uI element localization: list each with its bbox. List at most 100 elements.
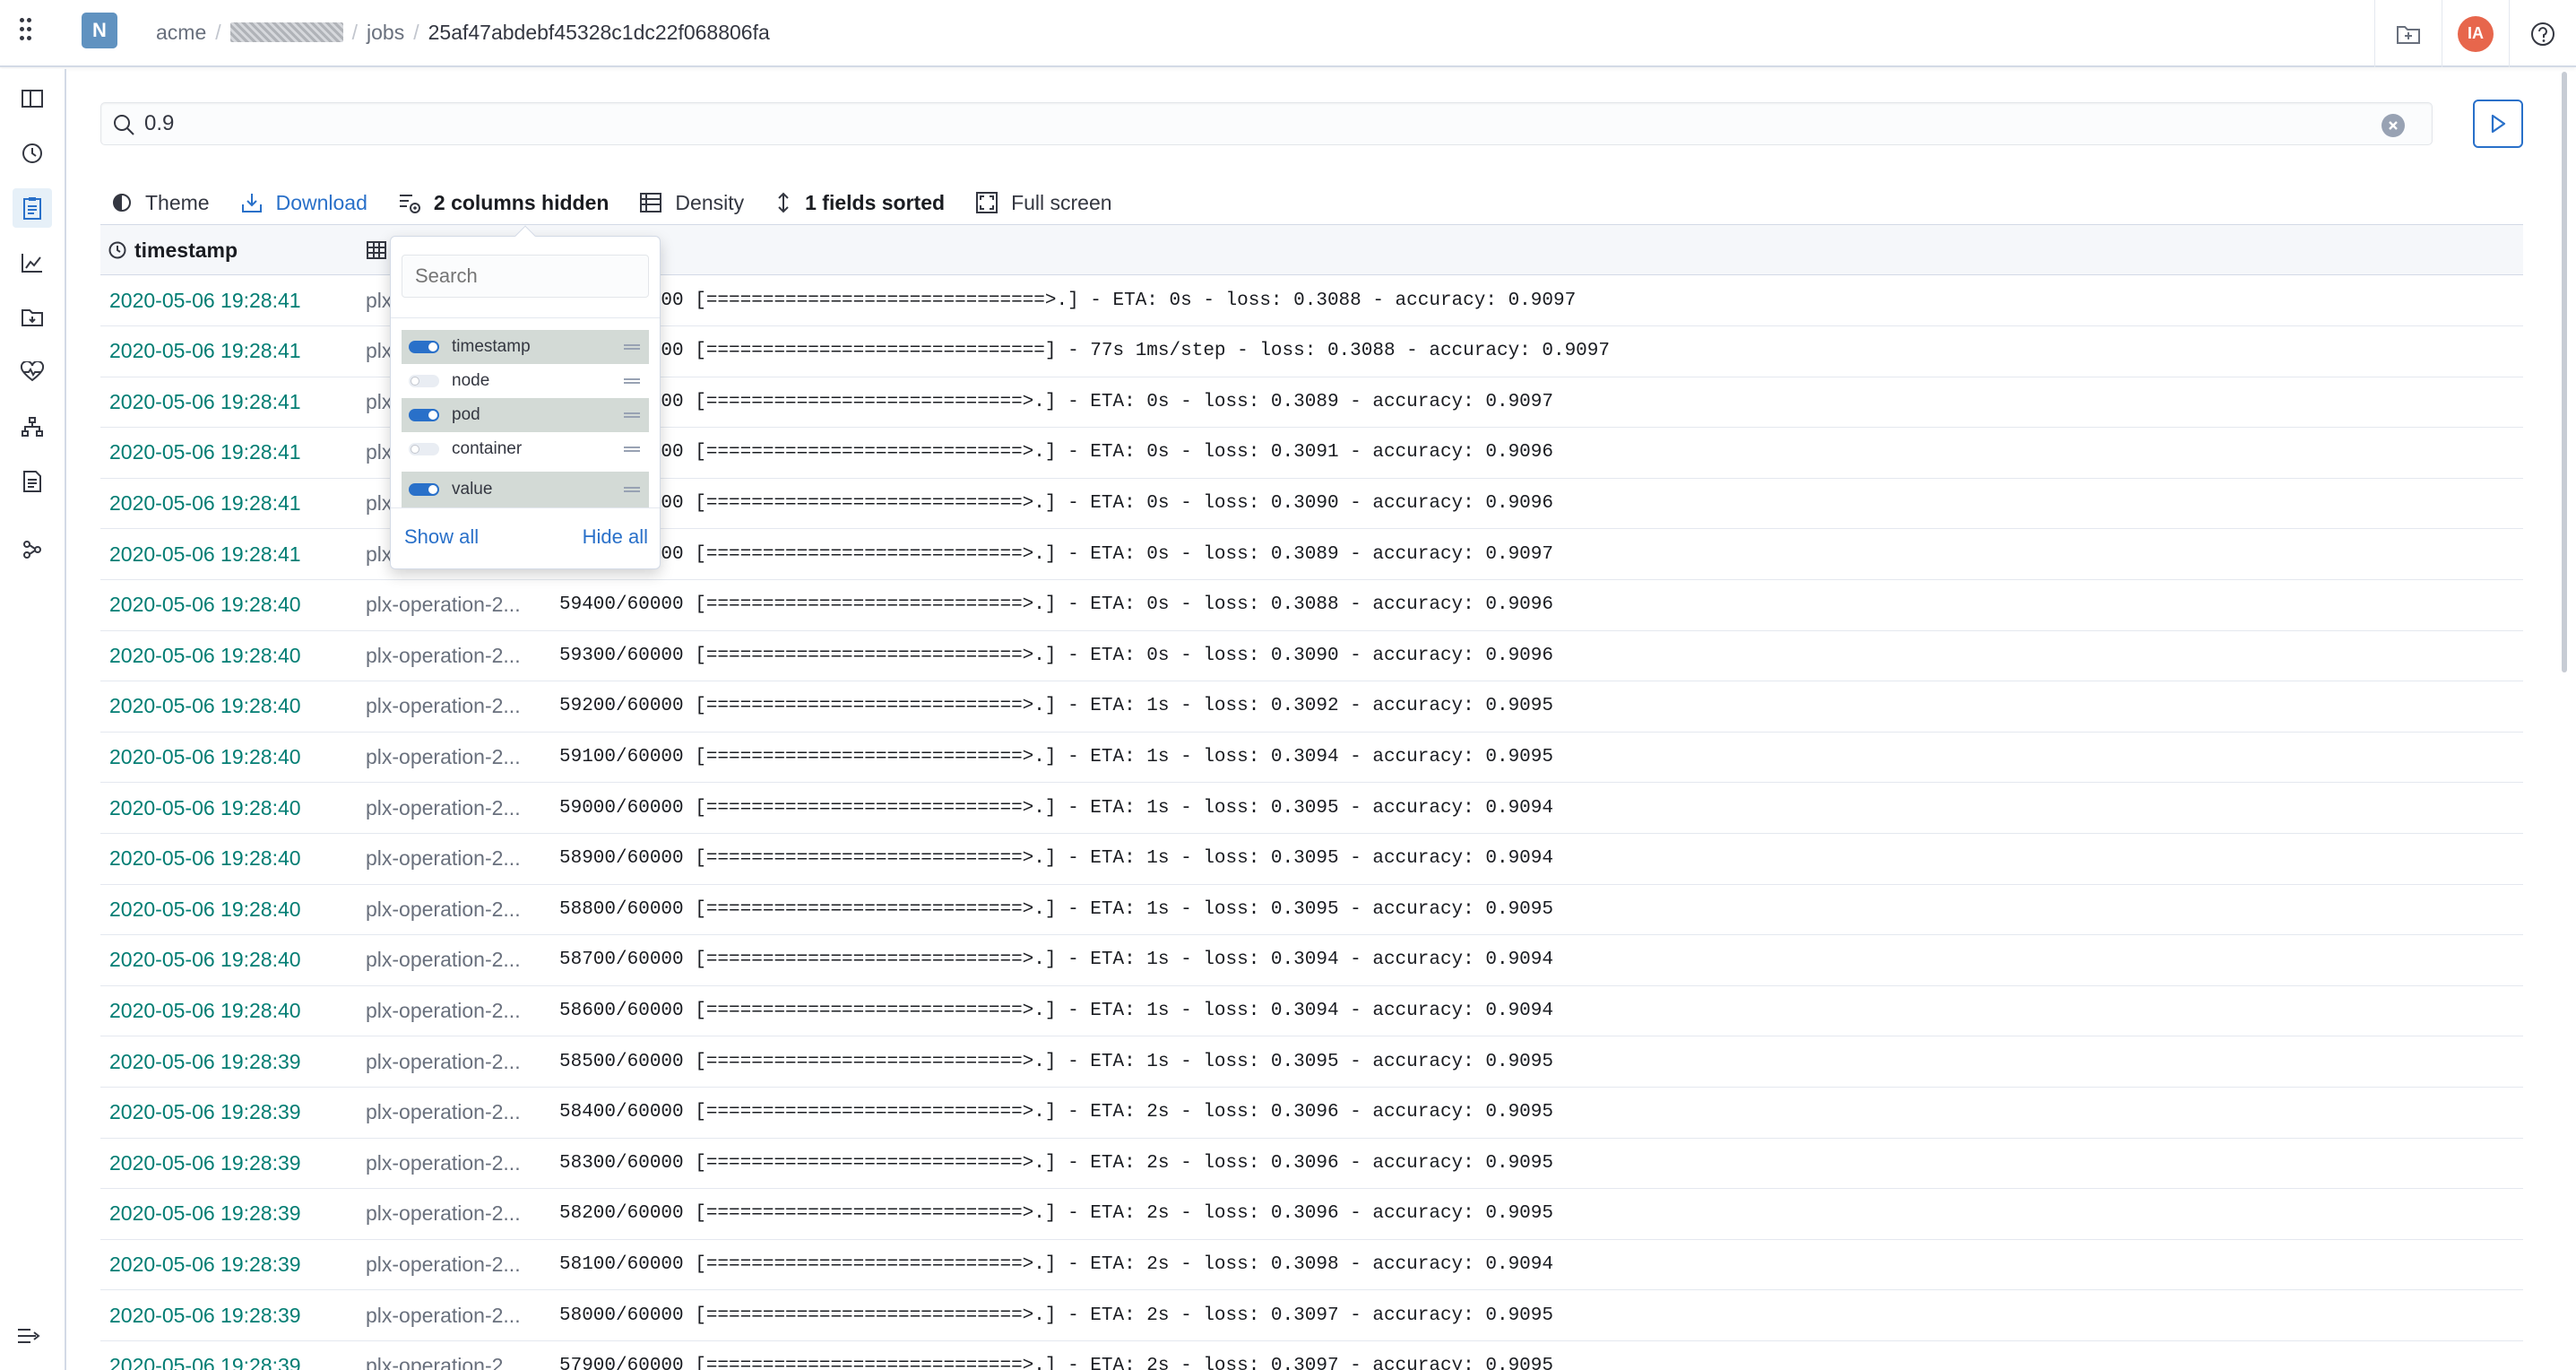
cell-timestamp[interactable]: 2020-05-06 19:28:39 xyxy=(109,1138,360,1188)
cell-value[interactable]: 59100/60000 [===========================… xyxy=(559,732,2513,782)
table-row[interactable]: 2020-05-06 19:28:40 plx-operation-2... 587… xyxy=(100,935,2523,986)
column-visibility-toggle[interactable] xyxy=(409,375,439,387)
density-button[interactable]: Density xyxy=(639,191,744,215)
cell-timestamp[interactable]: 2020-05-06 19:28:41 xyxy=(109,478,360,528)
table-row[interactable]: 2020-05-06 19:28:40 plx-operation-2... 589… xyxy=(100,834,2523,885)
cell-value[interactable]: 58300/60000 [===========================… xyxy=(559,1138,2513,1188)
cell-pod[interactable]: plx-operation-2... xyxy=(366,935,556,985)
cell-timestamp[interactable]: 2020-05-06 19:28:41 xyxy=(109,529,360,579)
cell-timestamp[interactable]: 2020-05-06 19:28:39 xyxy=(109,1189,360,1239)
cell-pod[interactable]: plx-operation-2... xyxy=(366,1341,556,1370)
user-menu-button[interactable]: IA xyxy=(2442,0,2509,67)
cell-value[interactable]: 58900/60000 [===========================… xyxy=(559,834,2513,884)
cell-timestamp[interactable]: 2020-05-06 19:28:40 xyxy=(109,783,360,833)
drag-handle-icon[interactable] xyxy=(624,447,640,452)
table-row[interactable]: 2020-05-06 19:28:39 plx-operation-2... 579… xyxy=(100,1341,2523,1370)
search-input[interactable] xyxy=(144,108,2367,139)
cell-timestamp[interactable]: 2020-05-06 19:28:40 xyxy=(109,681,360,732)
apps-menu-icon[interactable] xyxy=(16,16,43,43)
cell-value[interactable]: 58200/60000 [===========================… xyxy=(559,1189,2513,1239)
cell-pod[interactable]: plx-operation-2... xyxy=(366,1138,556,1188)
sidebar-item-panels[interactable] xyxy=(13,79,52,118)
sidebar-item-graph[interactable] xyxy=(13,530,52,569)
cell-value[interactable]: 59700/60000 [===========================… xyxy=(559,478,2513,528)
cell-value[interactable]: 58100/60000 [===========================… xyxy=(559,1239,2513,1289)
cell-timestamp[interactable]: 2020-05-06 19:28:41 xyxy=(109,275,360,325)
cell-pod[interactable]: plx-operation-2... xyxy=(366,834,556,884)
cell-pod[interactable]: plx-operation-2... xyxy=(366,1239,556,1289)
table-row[interactable]: 2020-05-06 19:28:40 plx-operation-2... 586… xyxy=(100,985,2523,1037)
sidebar-item-logs[interactable] xyxy=(13,188,52,228)
cell-timestamp[interactable]: 2020-05-06 19:28:39 xyxy=(109,1341,360,1370)
column-option-container[interactable]: container xyxy=(402,432,649,466)
cell-timestamp[interactable]: 2020-05-06 19:28:39 xyxy=(109,1290,360,1340)
cell-pod[interactable]: plx-operation-2... xyxy=(366,681,556,732)
drag-handle-icon[interactable] xyxy=(624,412,640,418)
sidebar-item-health[interactable] xyxy=(13,352,52,392)
cell-pod[interactable]: plx-operation-2... xyxy=(366,630,556,681)
column-visibility-toggle[interactable] xyxy=(409,409,439,421)
sidebar-item-docs[interactable] xyxy=(13,462,52,501)
column-search-input[interactable] xyxy=(402,255,649,298)
sidebar-item-artifacts[interactable] xyxy=(13,298,52,337)
cell-pod[interactable]: plx-operation-2... xyxy=(366,732,556,782)
cell-value[interactable]: 60000/60000 [===========================… xyxy=(559,326,2513,377)
columns-hidden-button[interactable]: 2 columns hidden xyxy=(398,191,609,215)
cell-timestamp[interactable]: 2020-05-06 19:28:40 xyxy=(109,884,360,934)
column-option-pod[interactable]: pod xyxy=(402,398,649,432)
cell-timestamp[interactable]: 2020-05-06 19:28:40 xyxy=(109,630,360,681)
cell-timestamp[interactable]: 2020-05-06 19:28:41 xyxy=(109,377,360,427)
table-row[interactable]: 2020-05-06 19:28:39 plx-operation-2... 581… xyxy=(100,1239,2523,1291)
cell-pod[interactable]: plx-operation-2... xyxy=(366,1290,556,1340)
column-header-timestamp[interactable]: timestamp xyxy=(108,225,359,275)
download-button[interactable]: Download xyxy=(240,191,367,215)
cell-timestamp[interactable]: 2020-05-06 19:28:39 xyxy=(109,1036,360,1087)
breadcrumb-jobs[interactable]: jobs xyxy=(367,21,404,45)
table-row[interactable]: 2020-05-06 19:28:39 plx-operation-2... 580… xyxy=(100,1290,2523,1341)
cell-pod[interactable]: plx-operation-2... xyxy=(366,580,556,630)
table-row[interactable]: 2020-05-06 19:28:40 plx-operation-2... 594… xyxy=(100,580,2523,631)
cell-timestamp[interactable]: 2020-05-06 19:28:40 xyxy=(109,935,360,985)
drag-handle-icon[interactable] xyxy=(624,344,640,350)
column-visibility-toggle[interactable] xyxy=(409,483,439,496)
cell-timestamp[interactable]: 2020-05-06 19:28:40 xyxy=(109,834,360,884)
cell-timestamp[interactable]: 2020-05-06 19:28:39 xyxy=(109,1239,360,1289)
sidebar-item-charts[interactable] xyxy=(13,243,52,282)
cell-pod[interactable]: plx-operation-2... xyxy=(366,1189,556,1239)
column-visibility-toggle[interactable] xyxy=(409,341,439,353)
table-row[interactable]: 2020-05-06 19:28:40 plx-operation-2... 591… xyxy=(100,732,2523,784)
cell-value[interactable]: 58000/60000 [===========================… xyxy=(559,1290,2513,1340)
fullscreen-button[interactable]: Full screen xyxy=(975,191,1112,215)
column-option-value[interactable]: value xyxy=(402,472,649,507)
help-button[interactable] xyxy=(2509,0,2576,67)
cell-timestamp[interactable]: 2020-05-06 19:28:40 xyxy=(109,580,360,630)
cell-value[interactable]: 59200/60000 [===========================… xyxy=(559,681,2513,732)
cell-timestamp[interactable]: 2020-05-06 19:28:40 xyxy=(109,732,360,782)
page-scrollbar[interactable] xyxy=(2562,72,2567,672)
cell-value[interactable]: 57900/60000 [===========================… xyxy=(559,1341,2513,1370)
cell-value[interactable]: 59300/60000 [===========================… xyxy=(559,630,2513,681)
drag-handle-icon[interactable] xyxy=(624,487,640,492)
cell-value[interactable]: 60000/60000 [===========================… xyxy=(559,275,2513,325)
table-row[interactable]: 2020-05-06 19:28:40 plx-operation-2... 588… xyxy=(100,884,2523,936)
cell-value[interactable]: 59900/60000 [===========================… xyxy=(559,377,2513,427)
cell-timestamp[interactable]: 2020-05-06 19:28:40 xyxy=(109,985,360,1036)
cell-pod[interactable]: plx-operation-2... xyxy=(366,884,556,934)
hide-all-button[interactable]: Hide all xyxy=(583,525,648,549)
table-row[interactable]: 2020-05-06 19:28:40 plx-operation-2... 592… xyxy=(100,681,2523,733)
cell-value[interactable]: 58800/60000 [===========================… xyxy=(559,884,2513,934)
run-query-button[interactable] xyxy=(2473,100,2523,148)
table-row[interactable]: 2020-05-06 19:28:40 plx-operation-2... 590… xyxy=(100,783,2523,834)
cell-value[interactable]: 59600/60000 [===========================… xyxy=(559,529,2513,579)
table-row[interactable]: 2020-05-06 19:28:39 plx-operation-2... 582… xyxy=(100,1189,2523,1240)
cell-value[interactable]: 58400/60000 [===========================… xyxy=(559,1088,2513,1138)
cell-timestamp[interactable]: 2020-05-06 19:28:41 xyxy=(109,326,360,377)
cell-pod[interactable]: plx-operation-2... xyxy=(366,985,556,1036)
cell-pod[interactable]: plx-operation-2... xyxy=(366,783,556,833)
cell-timestamp[interactable]: 2020-05-06 19:28:39 xyxy=(109,1088,360,1138)
table-row[interactable]: 2020-05-06 19:28:39 plx-operation-2... 583… xyxy=(100,1138,2523,1190)
clear-search-icon[interactable] xyxy=(2382,114,2405,137)
cell-value[interactable]: 58700/60000 [===========================… xyxy=(559,935,2513,985)
show-all-button[interactable]: Show all xyxy=(404,525,479,549)
table-row[interactable]: 2020-05-06 19:28:39 plx-operation-2... 584… xyxy=(100,1088,2523,1139)
